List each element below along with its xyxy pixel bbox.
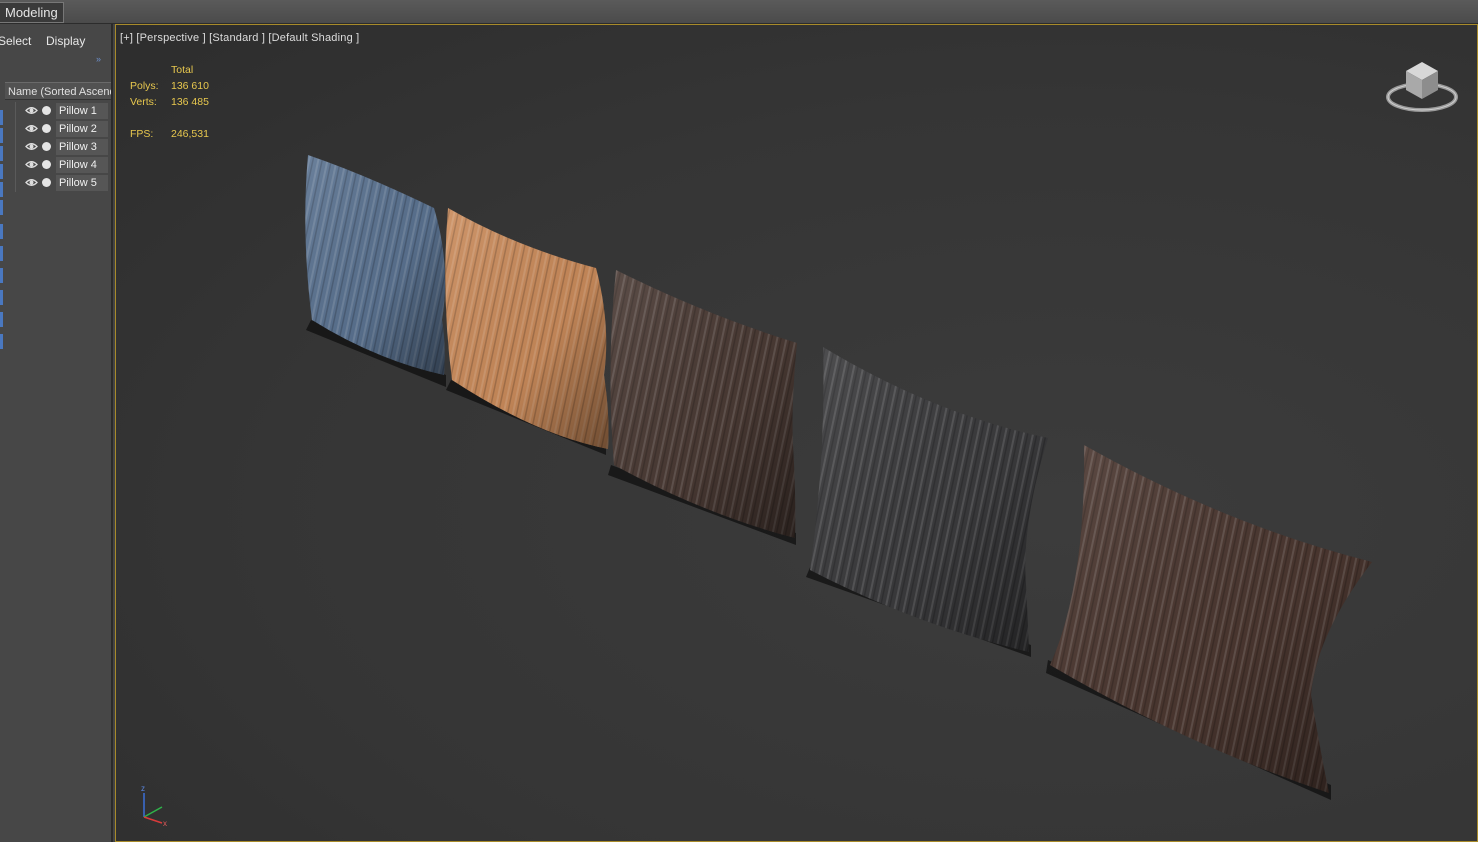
eye-icon[interactable] [25,122,38,135]
eye-icon[interactable] [25,158,38,171]
freeze-dot-icon[interactable] [42,178,51,187]
selection-strip [0,246,3,261]
perspective-viewport[interactable]: [+] [Perspective ] [Standard ] [Default … [115,24,1478,842]
pillow-3[interactable] [610,270,797,538]
selection-strip [0,290,3,305]
selection-strip [0,224,3,239]
pillow-scene[interactable] [116,25,1477,841]
eye-icon[interactable] [25,140,38,153]
pillow-4[interactable] [810,347,1048,652]
list-item-label[interactable]: Pillow 5 [56,175,108,191]
pillow-2[interactable] [445,208,609,449]
list-item-label[interactable]: Pillow 4 [56,157,108,173]
axis-tripod-icon: z x [141,784,167,828]
axis-x-label: x [163,819,167,828]
pillow-1[interactable] [305,155,446,375]
tab-modeling[interactable]: Modeling [0,2,64,23]
list-item[interactable]: Pillow 5 [0,174,111,192]
eye-icon[interactable] [25,104,38,117]
pillow-5[interactable] [1050,445,1372,793]
column-header-name[interactable]: Name (Sorted Ascending) [5,82,111,100]
verts-value: 136 485 [171,96,209,108]
polys-value: 136 610 [171,80,209,92]
polys-label: Polys: [130,80,159,92]
list-item[interactable]: Pillow 2 [0,120,111,138]
list-item[interactable]: Pillow 1 [0,102,111,120]
selection-strip [0,200,3,215]
freeze-dot-icon[interactable] [42,142,51,151]
list-item-label[interactable]: Pillow 1 [56,103,108,119]
top-ribbon: Modeling [0,0,1478,24]
stats-header: Total [171,64,194,76]
eye-icon[interactable] [25,176,38,189]
list-item-label[interactable]: Pillow 2 [56,121,108,137]
expand-arrows-icon[interactable]: » [96,54,101,64]
fps-label: FPS: [130,128,154,140]
freeze-dot-icon[interactable] [42,106,51,115]
menu-select[interactable]: Select [0,34,31,48]
scene-explorer-panel: Select Display » Name (Sorted Ascending)… [0,24,113,842]
viewport-label-menu[interactable]: [+] [Perspective ] [Standard ] [Default … [120,32,359,44]
menu-display[interactable]: Display [46,34,85,48]
object-list: Pillow 1 Pillow 2 Pillow 3 Pillow 4 Pill… [0,102,111,192]
selection-strip [0,312,3,327]
list-item[interactable]: Pillow 4 [0,156,111,174]
list-item-label[interactable]: Pillow 3 [56,139,108,155]
list-item[interactable]: Pillow 3 [0,138,111,156]
freeze-dot-icon[interactable] [42,160,51,169]
fps-value: 246,531 [171,128,209,140]
verts-label: Verts: [130,96,157,108]
viewcube-icon[interactable] [1384,57,1460,121]
freeze-dot-icon[interactable] [42,124,51,133]
selection-strip [0,268,3,283]
axis-z-label: z [141,784,145,793]
selection-strip [0,334,3,349]
